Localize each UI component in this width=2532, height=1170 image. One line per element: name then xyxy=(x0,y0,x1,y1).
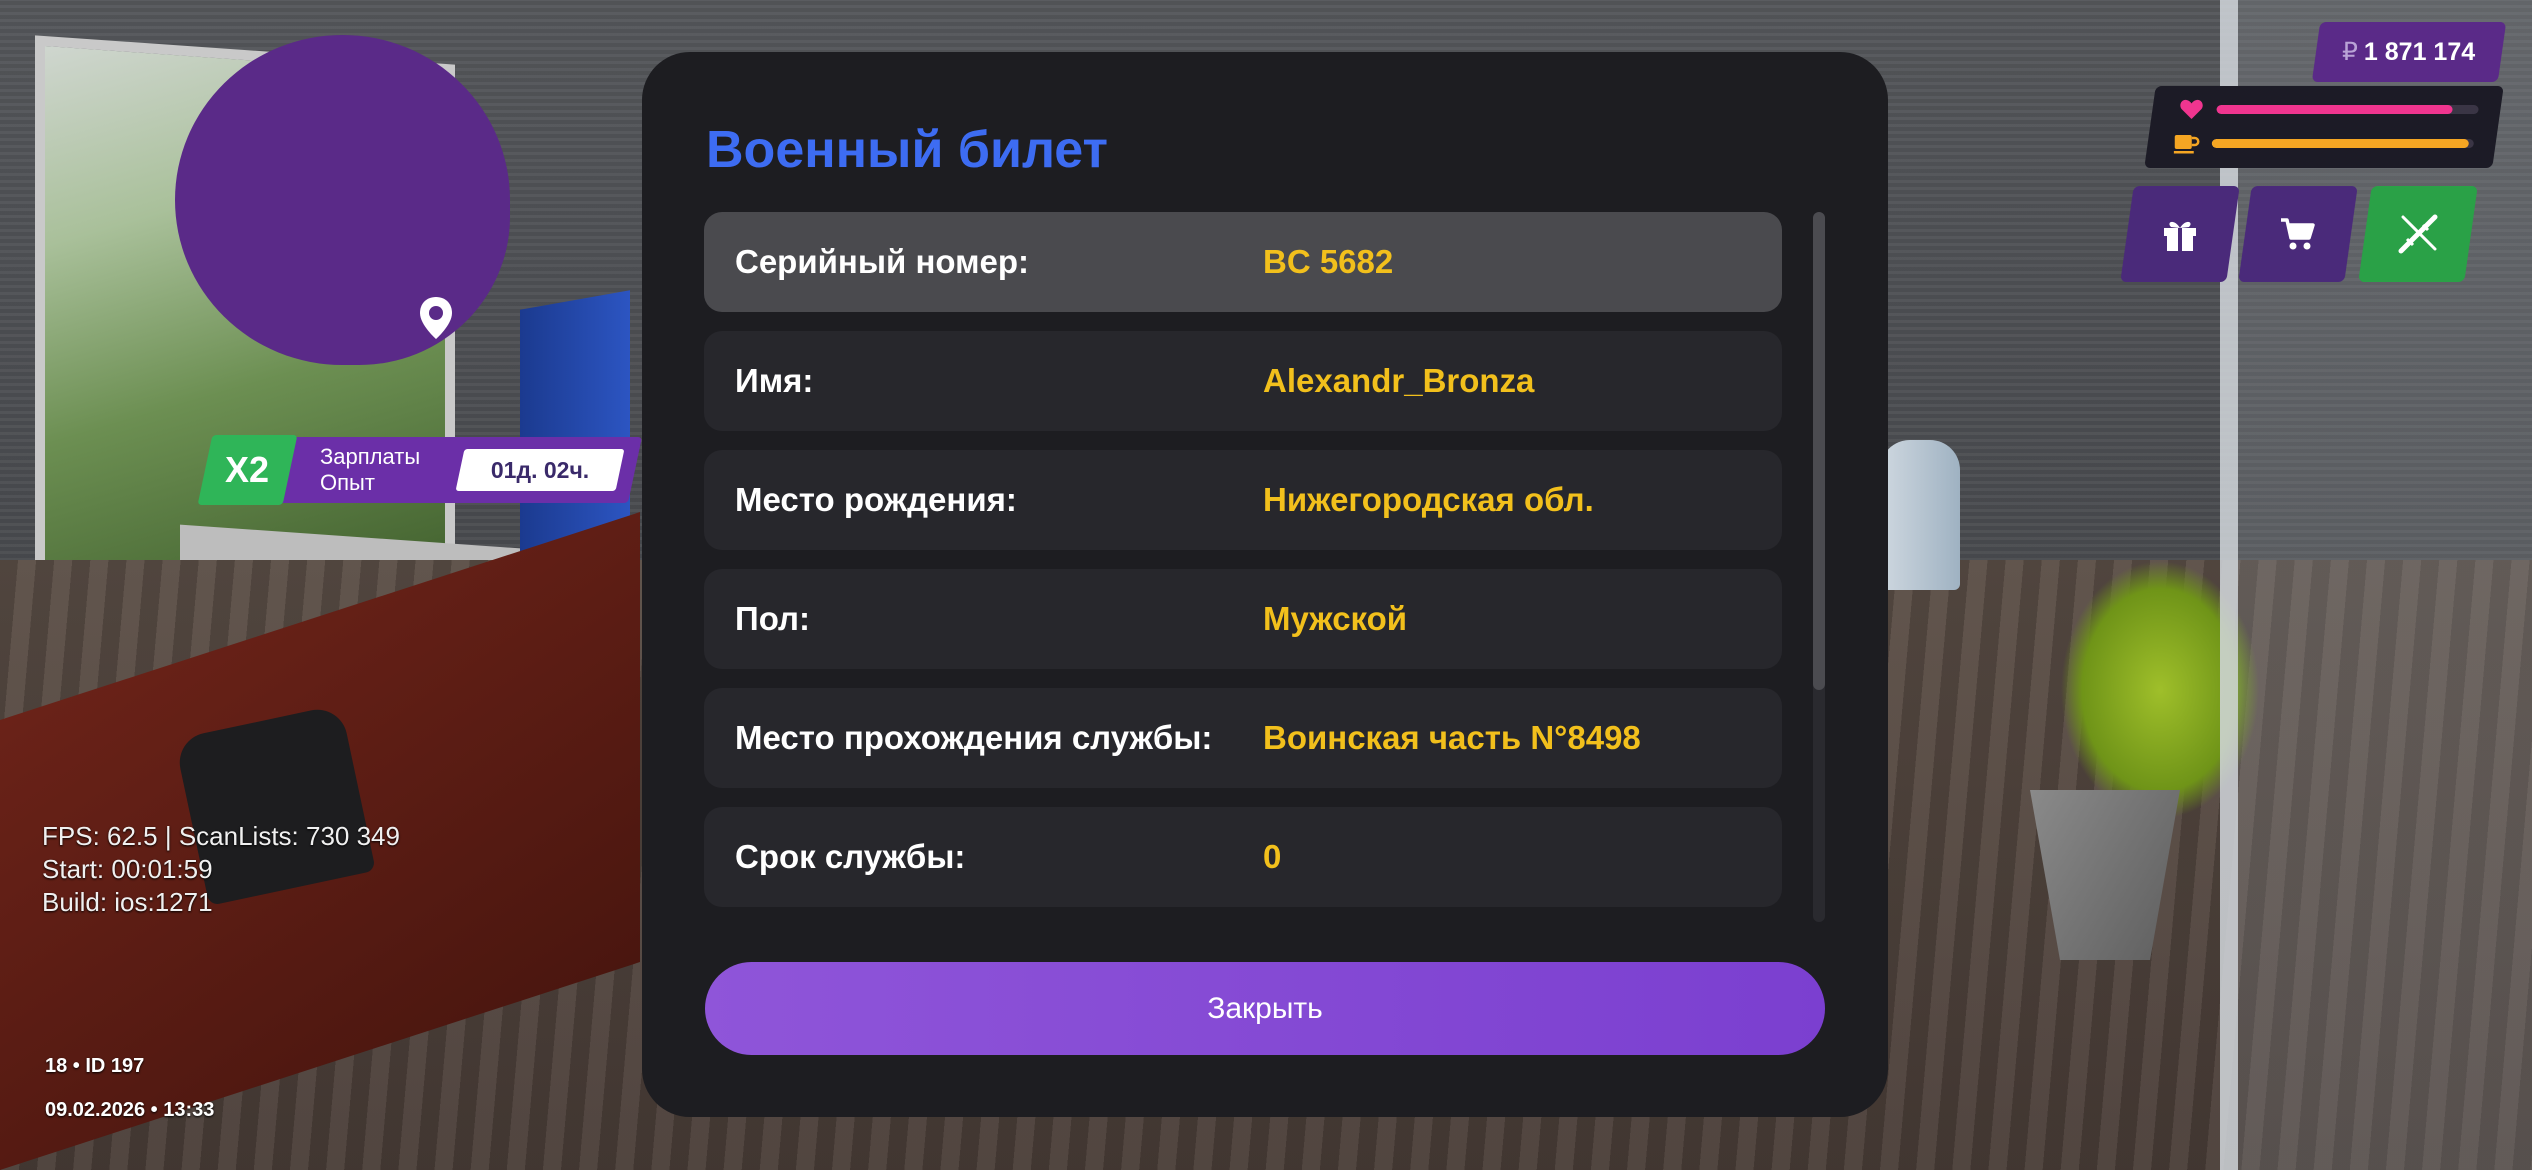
scrollbar-thumb[interactable] xyxy=(1813,212,1825,690)
scrollbar[interactable] xyxy=(1813,212,1825,922)
date-time: 09.02.2026 • 13:33 xyxy=(45,1099,215,1121)
info-row-gender: Пол: Мужской xyxy=(704,569,1782,669)
minimap[interactable] xyxy=(175,35,510,365)
player-stats xyxy=(2144,86,2504,168)
glass-wall xyxy=(2220,0,2532,1170)
debug-start: Start: 00:01:59 xyxy=(42,854,213,884)
coffee-cup-icon xyxy=(2173,130,2200,156)
info-label: Имя: xyxy=(735,362,814,399)
bonus-label-salary: Зарплаты xyxy=(320,444,421,469)
info-row-service-term: Срок службы: 0 xyxy=(704,807,1782,907)
heart-icon xyxy=(2179,96,2205,122)
info-value: 0 xyxy=(1263,838,1282,875)
health-bar-fill xyxy=(2216,104,2453,114)
bonus-label-exp: Опыт xyxy=(320,470,375,495)
close-button[interactable]: Закрыть xyxy=(705,962,1825,1055)
bonus-banner: X2 Зарплаты Опыт 01д. 02ч. xyxy=(197,435,643,505)
map-pin-icon xyxy=(420,297,452,339)
info-row-birthplace: Место рождения: Нижегородская обл. xyxy=(704,450,1782,550)
money-display: ₽1 871 174 xyxy=(2311,22,2507,82)
info-label: Срок службы: xyxy=(735,838,966,875)
shop-button[interactable] xyxy=(2238,186,2358,282)
bonus-timer-text: 01д. 02ч. xyxy=(490,456,590,483)
money-value: 1 871 174 xyxy=(2364,38,2476,66)
debug-build: Build: ios:1271 xyxy=(42,887,213,917)
info-value: Мужской xyxy=(1263,600,1408,637)
info-value: Alexandr_Bronza xyxy=(1263,362,1535,399)
health-bar xyxy=(2216,104,2479,114)
info-value: BC 5682 xyxy=(1263,243,1394,280)
dialog-title: Военный билет xyxy=(706,121,1109,179)
water-cooler xyxy=(1880,440,1960,590)
ruble-icon: ₽ xyxy=(2342,38,2359,66)
debug-info: FPS: 62.5 | ScanLists: 730 349 Start: 00… xyxy=(42,820,400,919)
hunger-bar-fill xyxy=(2211,138,2469,148)
gift-button[interactable] xyxy=(2120,186,2240,282)
info-label: Место прохождения службы: xyxy=(735,719,1213,756)
bonus-multiplier: X2 xyxy=(197,435,298,505)
info-label: Место рождения: xyxy=(735,481,1017,518)
weapon-icon xyxy=(2398,214,2438,254)
bonus-multiplier-text: X2 xyxy=(225,449,270,490)
info-label: Пол: xyxy=(735,600,811,637)
info-value: Воинская часть N°8498 xyxy=(1263,719,1641,756)
bonus-timer: 01д. 02ч. xyxy=(455,449,625,491)
info-label: Серийный номер: xyxy=(735,243,1030,280)
debug-fps: FPS: 62.5 | ScanLists: 730 349 xyxy=(42,821,400,851)
info-value: Нижегородская обл. xyxy=(1263,481,1594,518)
info-row-name: Имя: Alexandr_Bronza xyxy=(704,331,1782,431)
info-row-service-place: Место прохождения службы: Воинская часть… xyxy=(704,688,1782,788)
gift-icon xyxy=(2164,221,2196,251)
hunger-bar xyxy=(2211,138,2474,148)
military-id-dialog: Военный билет Серийный номер: BC 5682 Им… xyxy=(642,52,1888,1117)
player-id: 18 • ID 197 xyxy=(45,1055,145,1077)
cart-icon xyxy=(2281,218,2315,250)
info-list[interactable]: Серийный номер: BC 5682 Имя: Alexandr_Br… xyxy=(704,212,1782,926)
weapon-button[interactable] xyxy=(2358,186,2478,282)
info-row-serial: Серийный номер: BC 5682 xyxy=(704,212,1782,312)
